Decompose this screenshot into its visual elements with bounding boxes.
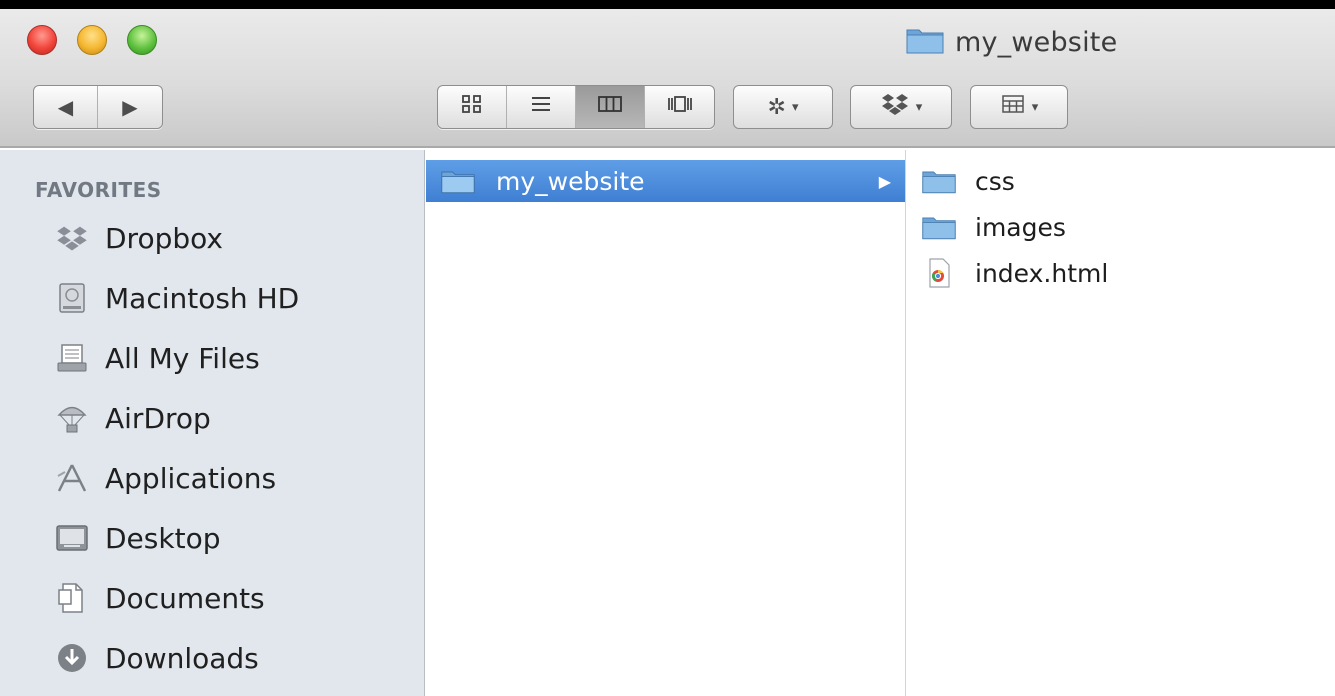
- applications-icon: [55, 461, 89, 495]
- list-item-images[interactable]: images: [907, 206, 1066, 248]
- sidebar-item-label: Desktop: [105, 521, 221, 555]
- list-item-css[interactable]: css: [907, 160, 1015, 202]
- downloads-icon: [55, 641, 89, 675]
- sidebar-item-label: Dropbox: [105, 221, 223, 255]
- airdrop-icon: [55, 401, 89, 435]
- view-columns-button[interactable]: [576, 86, 645, 128]
- back-button[interactable]: ◀: [34, 86, 98, 128]
- folder-icon: [905, 25, 945, 59]
- gear-icon: ✲: [767, 94, 786, 120]
- documents-icon: [55, 581, 89, 615]
- close-button[interactable]: [27, 25, 57, 55]
- sidebar-item-label: Macintosh HD: [105, 281, 300, 315]
- sidebar-item-label: Documents: [105, 581, 265, 615]
- zoom-button[interactable]: [127, 25, 157, 55]
- back-forward-control: ◀ ▶: [33, 85, 163, 129]
- html-file-icon: [921, 258, 957, 288]
- sidebar-item-documents[interactable]: Documents: [55, 576, 265, 620]
- finder-window: my_website ◀ ▶ ✲ ▾ ▾ ▾ FAVORITES Dropbox…: [0, 9, 1335, 696]
- view-coverflow-button[interactable]: [645, 86, 714, 128]
- folder-icon: [921, 166, 957, 196]
- view-columns-icon: [597, 93, 623, 121]
- folder-icon: [921, 212, 957, 242]
- forward-button[interactable]: ▶: [98, 86, 162, 128]
- hard-drive-icon: [55, 281, 89, 315]
- desktop-icon: [55, 521, 89, 555]
- sidebar-item-desktop[interactable]: Desktop: [55, 516, 220, 560]
- item-name: index.html: [975, 258, 1109, 288]
- sidebar-item-label: AirDrop: [105, 401, 211, 435]
- sidebar: FAVORITES Dropbox Macintosh HD All My Fi…: [0, 150, 425, 696]
- item-name: css: [975, 166, 1015, 196]
- all-files-icon: [55, 341, 89, 375]
- window-title: my_website: [905, 25, 1117, 59]
- chevron-down-icon: ▾: [791, 99, 799, 115]
- list-item-my-website[interactable]: my_website ▶: [426, 160, 905, 202]
- window-title-text: my_website: [955, 26, 1118, 58]
- sidebar-item-label: Applications: [105, 461, 277, 495]
- chevron-down-icon: ▾: [915, 99, 923, 115]
- dropbox-menu-button[interactable]: ▾: [850, 85, 952, 129]
- sidebar-item-dropbox[interactable]: Dropbox: [55, 216, 223, 260]
- sidebar-item-macintosh-hd[interactable]: Macintosh HD: [55, 276, 299, 320]
- folder-icon: [440, 166, 476, 196]
- view-icons-button[interactable]: [438, 86, 507, 128]
- sidebar-item-label: Downloads: [105, 641, 259, 675]
- title-bar: my_website ◀ ▶ ✲ ▾ ▾ ▾: [0, 9, 1335, 148]
- action-menu-button[interactable]: ✲ ▾: [733, 85, 833, 129]
- view-mode-control: [437, 85, 715, 129]
- column-1: my_website ▶: [426, 150, 906, 696]
- dropbox-icon: [880, 92, 910, 122]
- column-2: css images index.html: [907, 150, 1335, 696]
- sidebar-item-downloads[interactable]: Downloads: [55, 636, 259, 680]
- arrange-icon: [1000, 93, 1026, 121]
- list-item-index-html[interactable]: index.html: [907, 252, 1108, 294]
- view-coverflow-icon: [666, 93, 694, 121]
- minimize-button[interactable]: [77, 25, 107, 55]
- sidebar-item-all-my-files[interactable]: All My Files: [55, 336, 260, 380]
- view-icons-icon: [460, 93, 484, 121]
- disclosure-triangle-icon: ▶: [878, 171, 891, 191]
- view-list-button[interactable]: [507, 86, 576, 128]
- arrange-menu-button[interactable]: ▾: [970, 85, 1068, 129]
- sidebar-heading-favorites: FAVORITES: [35, 178, 162, 202]
- sidebar-item-label: All My Files: [105, 341, 260, 375]
- dropbox-icon: [55, 221, 89, 255]
- view-list-icon: [529, 93, 553, 121]
- chevron-down-icon: ▾: [1031, 99, 1039, 115]
- sidebar-item-applications[interactable]: Applications: [55, 456, 276, 500]
- item-name: images: [975, 212, 1066, 242]
- item-name: my_website: [496, 166, 645, 196]
- sidebar-item-airdrop[interactable]: AirDrop: [55, 396, 211, 440]
